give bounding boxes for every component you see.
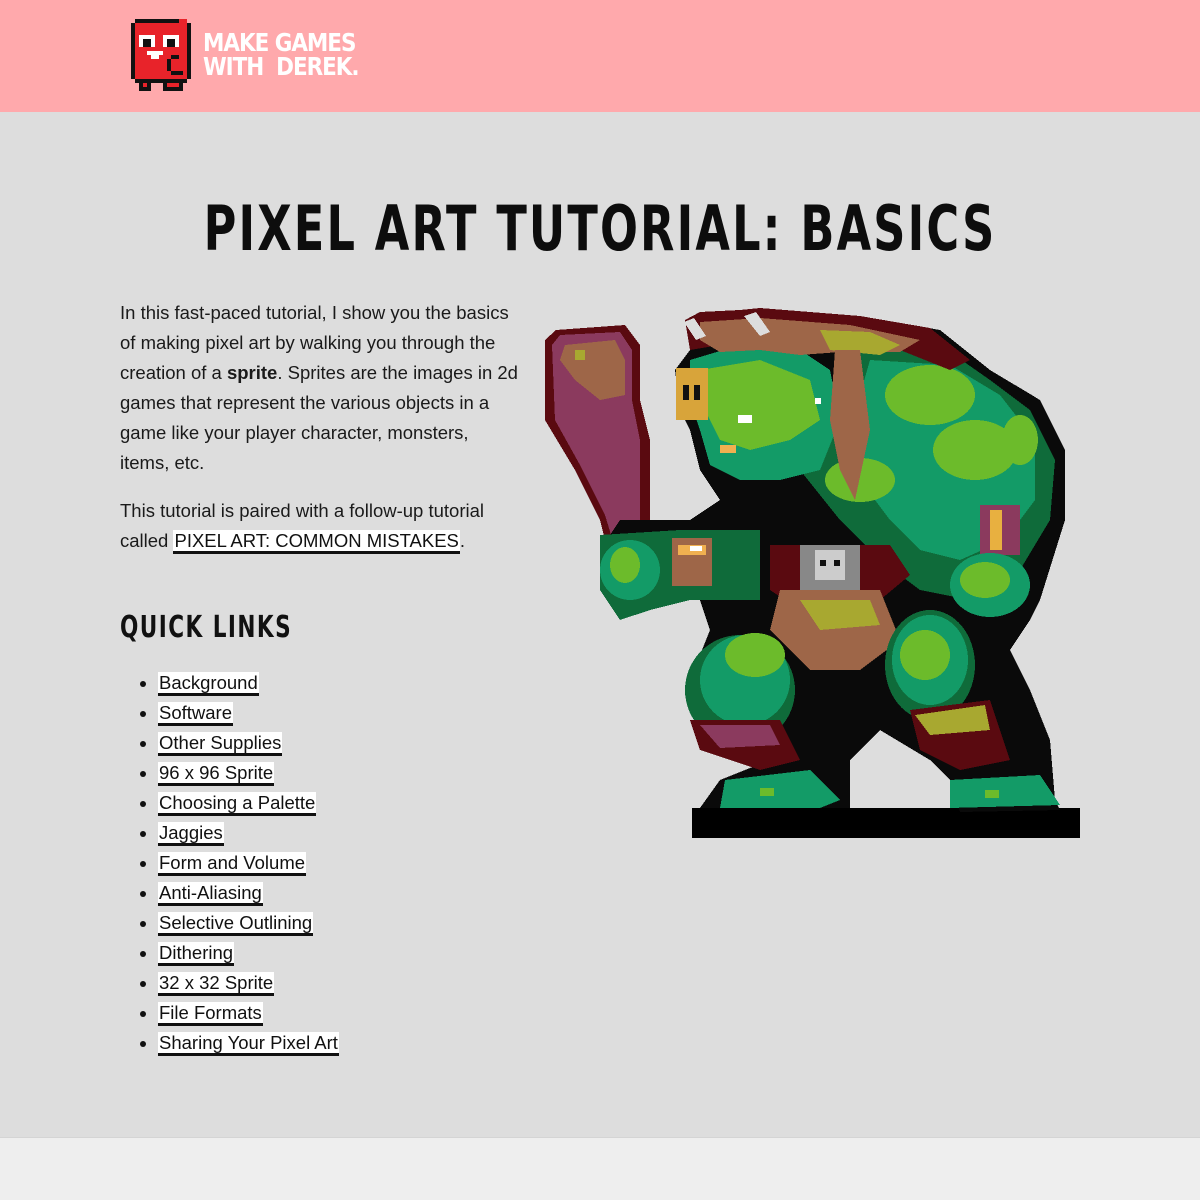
- site-header: MAKE GAMES WITH DEREK.: [0, 0, 1200, 112]
- quick-link-item: Sharing Your Pixel Art: [158, 1028, 339, 1058]
- quick-link-item: File Formats: [158, 998, 339, 1028]
- intro-paragraph-1: In this fast-paced tutorial, I show you …: [120, 298, 520, 478]
- quick-link-item: 96 x 96 Sprite: [158, 758, 339, 788]
- logo-wordmark: MAKE GAMES WITH DEREK.: [203, 30, 360, 81]
- intro-text-span: .: [459, 530, 466, 551]
- bold-term-sprite: sprite: [226, 362, 278, 383]
- intro-text: In this fast-paced tutorial, I show you …: [120, 298, 520, 574]
- quick-link-item: Selective Outlining: [158, 908, 339, 938]
- common-mistakes-link[interactable]: PIXEL ART: COMMON MISTAKES: [173, 530, 460, 554]
- quick-link-item: 32 x 32 Sprite: [158, 968, 339, 998]
- quick-link-other-supplies[interactable]: Other Supplies: [158, 732, 283, 756]
- quick-link-96-sprite[interactable]: 96 x 96 Sprite: [158, 762, 275, 786]
- quick-link-dithering[interactable]: Dithering: [158, 942, 235, 966]
- site-logo-link[interactable]: MAKE GAMES WITH DEREK.: [131, 18, 384, 92]
- quick-link-32-sprite[interactable]: 32 x 32 Sprite: [158, 972, 275, 996]
- quick-link-software[interactable]: Software: [158, 702, 234, 726]
- quick-link-item: Choosing a Palette: [158, 788, 339, 818]
- quick-link-file-formats[interactable]: File Formats: [158, 1002, 263, 1026]
- logo-line-2: WITH DEREK.: [203, 52, 360, 81]
- quick-link-choosing-palette[interactable]: Choosing a Palette: [158, 792, 317, 816]
- quick-link-item: Background: [158, 668, 339, 698]
- intro-paragraph-2: This tutorial is paired with a follow-up…: [120, 496, 520, 556]
- quick-link-jaggies[interactable]: Jaggies: [158, 822, 224, 846]
- troll-sprite-image: [545, 308, 1080, 838]
- quick-link-item: Dithering: [158, 938, 339, 968]
- main-content: PIXEL ART TUTORIAL: BASICS In this fast-…: [0, 112, 1200, 1138]
- quick-link-background[interactable]: Background: [158, 672, 259, 696]
- quick-link-item: Software: [158, 698, 339, 728]
- quick-link-selective-outlining[interactable]: Selective Outlining: [158, 912, 314, 936]
- quick-link-item: Jaggies: [158, 818, 339, 848]
- mascot-logo-icon: [131, 19, 191, 91]
- quick-link-item: Other Supplies: [158, 728, 339, 758]
- quick-links-list: Background Software Other Supplies 96 x …: [120, 668, 339, 1058]
- page-title: PIXEL ART TUTORIAL: BASICS: [203, 192, 997, 265]
- quick-link-item: Form and Volume: [158, 848, 339, 878]
- quick-link-sharing[interactable]: Sharing Your Pixel Art: [158, 1032, 339, 1056]
- site-footer: [0, 1138, 1200, 1200]
- quick-link-form-volume[interactable]: Form and Volume: [158, 852, 307, 876]
- quick-link-anti-aliasing[interactable]: Anti-Aliasing: [158, 882, 263, 906]
- quick-links-heading: QUICK LINKS: [120, 610, 293, 645]
- quick-link-item: Anti-Aliasing: [158, 878, 339, 908]
